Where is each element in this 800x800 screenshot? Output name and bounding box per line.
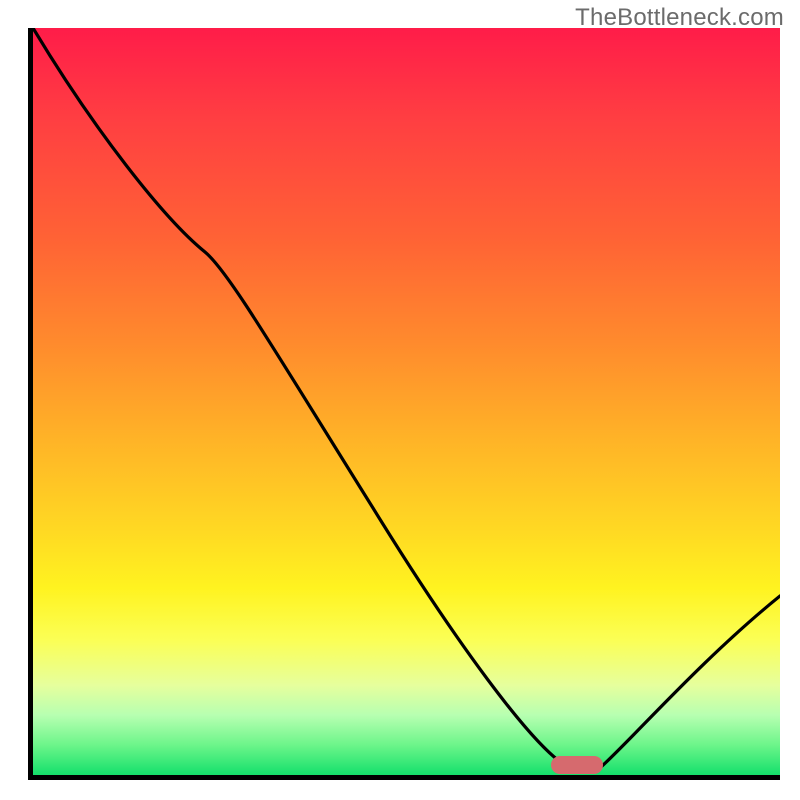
optimal-marker bbox=[551, 756, 603, 774]
bottleneck-curve-path bbox=[33, 28, 780, 767]
plot-area bbox=[28, 28, 780, 780]
chart-container: TheBottleneck.com bbox=[0, 0, 800, 800]
line-curve bbox=[33, 28, 780, 775]
